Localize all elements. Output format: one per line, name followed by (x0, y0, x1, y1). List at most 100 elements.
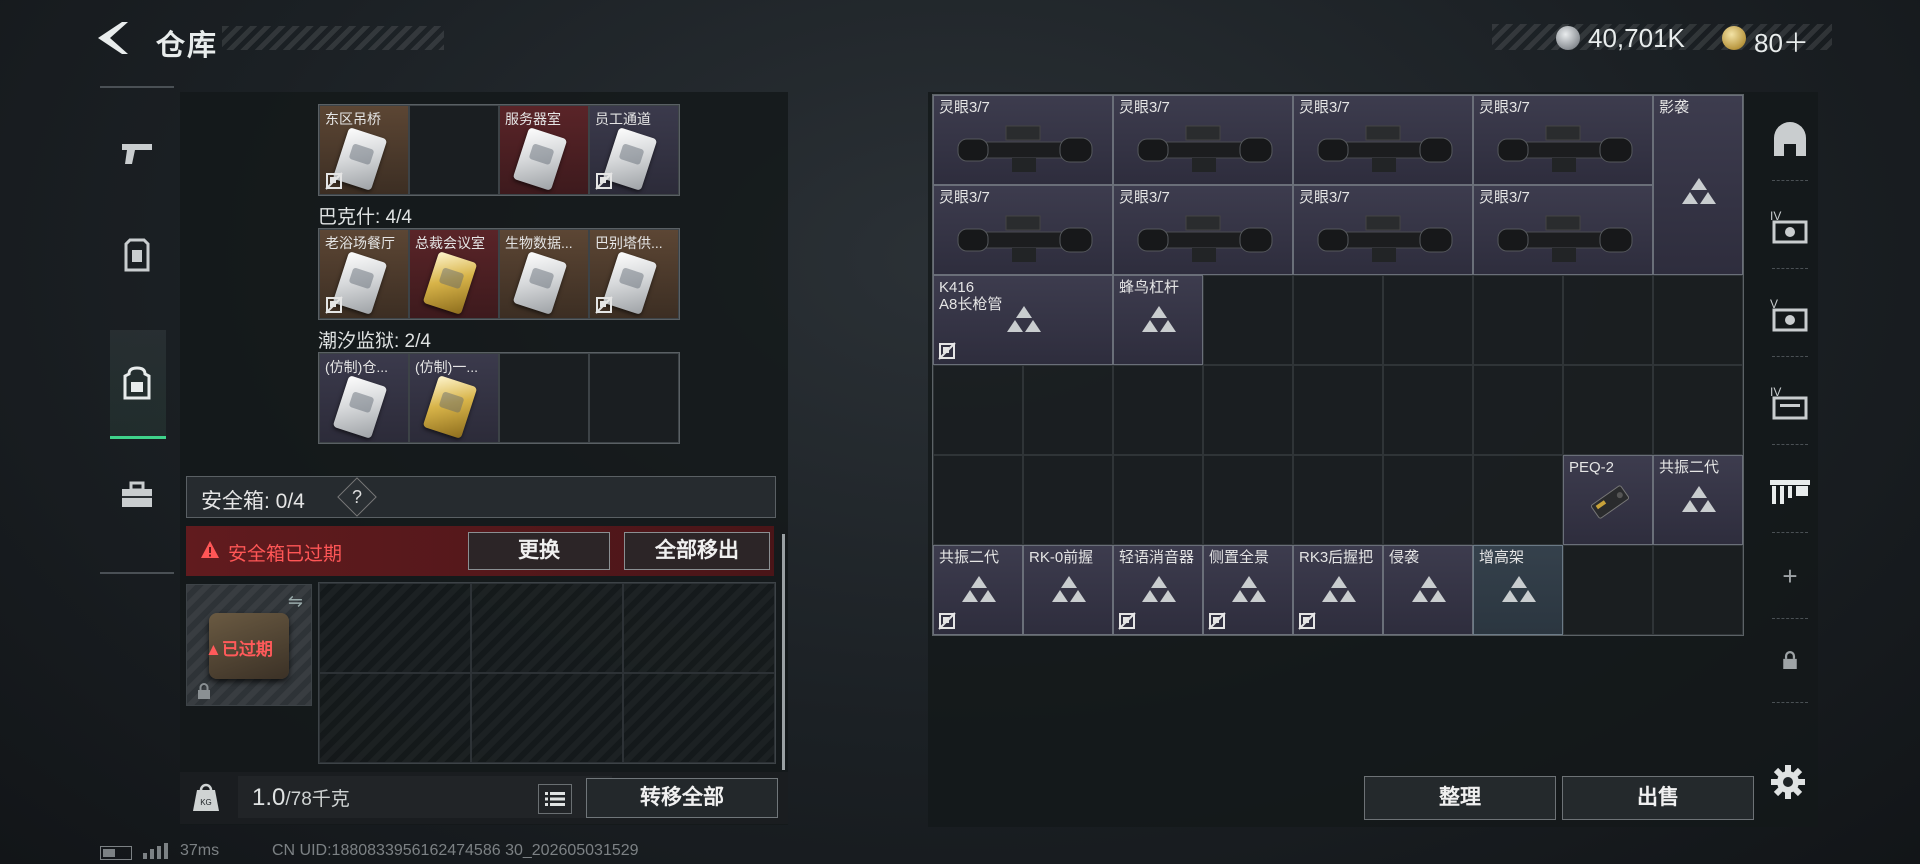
tab-case-iv-2[interactable]: IV (1766, 380, 1814, 428)
divider (1772, 702, 1808, 703)
transfer-all-button[interactable]: 转移全部 (586, 778, 778, 818)
weapon-rack-icon (1770, 480, 1810, 504)
key-card-item[interactable]: (仿制)仓... (319, 353, 409, 443)
key-card-item[interactable]: 老浴场餐厅 (319, 229, 409, 319)
tab-add[interactable]: + (1766, 552, 1814, 600)
key-slot-empty[interactable] (409, 105, 499, 195)
stash-item[interactable]: K416 A8长枪管 (933, 275, 1113, 365)
key-card-item[interactable]: (仿制)一... (409, 353, 499, 443)
move-all-out-button[interactable]: 全部移出 (624, 532, 770, 570)
key-card-item[interactable]: 服务器室 (499, 105, 589, 195)
stash-slot-empty[interactable] (1293, 275, 1383, 365)
stash-item[interactable]: 灵眼3/7 (1473, 185, 1653, 275)
stash-item[interactable]: 影袭 (1653, 95, 1743, 275)
safe-slot[interactable] (623, 673, 775, 763)
stash-slot-empty[interactable] (1473, 365, 1563, 455)
stash-item[interactable]: 灵眼3/7 (1113, 95, 1293, 185)
help-button[interactable]: ? (337, 477, 377, 517)
sell-button[interactable]: 出售 (1562, 776, 1754, 820)
stash-item[interactable]: RK-0前握 (1023, 545, 1113, 635)
divider (1772, 444, 1808, 445)
stash-item[interactable]: PEQ-2 (1563, 455, 1653, 545)
stash-item[interactable]: 灵眼3/7 (1113, 185, 1293, 275)
safe-slot[interactable] (471, 583, 623, 673)
tab-helmet[interactable] (1766, 116, 1814, 164)
nav-armor[interactable] (112, 230, 162, 280)
nav-weapons[interactable] (112, 128, 162, 178)
stash-item[interactable]: 灵眼3/7 (1473, 95, 1653, 185)
stash-item[interactable]: 轻语消音器 (1113, 545, 1203, 635)
stash-slot-empty[interactable] (1653, 545, 1743, 635)
stash-slot-empty[interactable] (1383, 275, 1473, 365)
stash-slot-empty[interactable] (1473, 455, 1563, 545)
silver-coin-icon (1556, 26, 1580, 50)
stash-slot-empty[interactable] (1383, 365, 1473, 455)
list-view-button[interactable] (538, 784, 572, 814)
stash-slot-empty[interactable] (1383, 455, 1473, 545)
stash-slot-empty[interactable] (1563, 275, 1653, 365)
key-slot-empty[interactable] (499, 353, 589, 443)
replace-button[interactable]: 更换 (468, 532, 610, 570)
stash-slot-empty[interactable] (1653, 275, 1743, 365)
stash-item[interactable]: 共振二代 (933, 545, 1023, 635)
key-slot-empty[interactable] (589, 353, 679, 443)
stash-item[interactable]: 共振二代 (1653, 455, 1743, 545)
safe-slot[interactable] (471, 673, 623, 763)
key-card-item[interactable]: 东区吊桥 (319, 105, 409, 195)
no-trade-icon (595, 296, 613, 314)
attachment-icon (1502, 576, 1536, 602)
tab-case-v[interactable]: V (1766, 292, 1814, 340)
key-card-item[interactable]: 员工通道 (589, 105, 679, 195)
backpack-icon (123, 366, 151, 400)
scope-icon (1497, 215, 1633, 262)
stash-item[interactable]: 侧置全景 (1203, 545, 1293, 635)
stash-slot-empty[interactable] (1473, 275, 1563, 365)
stash-slot-empty[interactable] (1113, 455, 1203, 545)
stash-item[interactable]: 蜂鸟杠杆 (1113, 275, 1203, 365)
stash-slot-empty[interactable] (1023, 455, 1113, 545)
gold-currency-value[interactable]: 80＋ (1754, 23, 1809, 60)
stash-item[interactable]: 增高架 (1473, 545, 1563, 635)
stash-slot-empty[interactable] (933, 365, 1023, 455)
tab-rack[interactable] (1766, 468, 1814, 516)
stash-item[interactable]: 灵眼3/7 (933, 95, 1113, 185)
safe-slot[interactable] (319, 583, 471, 673)
stash-slot-empty[interactable] (933, 455, 1023, 545)
stash-slot-empty[interactable] (1203, 275, 1293, 365)
stash-item[interactable]: 侵袭 (1383, 545, 1473, 635)
stash-slot-empty[interactable] (1563, 365, 1653, 455)
safe-box-item[interactable]: ⇋ ▲已过期 (186, 584, 312, 706)
lock-icon (198, 683, 210, 699)
stash-slot-empty[interactable] (1293, 455, 1383, 545)
key-group-label: 潮汐监狱: 2/4 (318, 331, 431, 352)
no-trade-icon (1208, 612, 1226, 630)
swap-icon[interactable]: ⇋ (288, 591, 303, 612)
back-button[interactable] (96, 20, 136, 56)
key-card-item[interactable]: 巴别塔供... (589, 229, 679, 319)
stash-slot-empty[interactable] (1293, 365, 1383, 455)
stash-item[interactable]: RK3后握把 (1293, 545, 1383, 635)
nav-backpack[interactable] (112, 358, 162, 408)
scope-icon (1497, 125, 1633, 172)
scrollbar[interactable] (782, 534, 785, 770)
key-card-item[interactable]: 总裁会议室 (409, 229, 499, 319)
safe-slot[interactable] (623, 583, 775, 673)
sort-button[interactable]: 整理 (1364, 776, 1556, 820)
key-card-icon (332, 375, 388, 439)
stash-slot-empty[interactable] (1113, 365, 1203, 455)
safe-slot[interactable] (319, 673, 471, 763)
settings-gear-icon[interactable] (1768, 762, 1808, 802)
key-card-item[interactable]: 生物数据... (499, 229, 589, 319)
stash-slot-empty[interactable] (1203, 365, 1293, 455)
stash-item[interactable]: 灵眼3/7 (1293, 95, 1473, 185)
nav-toolbox[interactable] (112, 470, 162, 520)
stash-item[interactable]: 灵眼3/7 (933, 185, 1113, 275)
stash-item[interactable]: 灵眼3/7 (1293, 185, 1473, 275)
tab-locked[interactable] (1766, 636, 1814, 684)
tab-case-iv[interactable]: IV (1766, 204, 1814, 252)
stash-slot-empty[interactable] (1653, 365, 1743, 455)
stash-slot-empty[interactable] (1023, 365, 1113, 455)
stash-slot-empty[interactable] (1203, 455, 1293, 545)
stash-slot-empty[interactable] (1563, 545, 1653, 635)
key-card-name: 东区吊桥 (325, 111, 381, 127)
